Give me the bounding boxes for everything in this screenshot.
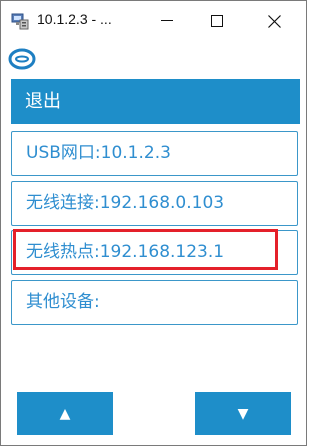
close-button[interactable] <box>251 1 297 41</box>
minimize-button[interactable] <box>144 1 190 41</box>
scroll-down-button[interactable]: ▼ <box>195 392 291 435</box>
network-computer-icon[interactable] <box>11 12 29 30</box>
title-bar[interactable]: 10.1.2.3 - ... <box>1 1 306 41</box>
down-arrow-icon: ▼ <box>237 405 249 422</box>
usb-port-item[interactable]: USB网口:10.1.2.3 <box>11 131 298 176</box>
ring-logo-icon <box>8 48 36 70</box>
other-devices-item[interactable]: 其他设备: <box>11 280 298 325</box>
maximize-button[interactable] <box>194 1 240 41</box>
wireless-hotspot-item[interactable]: 无线热点:192.168.123.1 <box>11 230 298 275</box>
wireless-connection-item[interactable]: 无线连接:192.168.0.103 <box>11 181 298 226</box>
exit-button[interactable]: 退出 <box>11 79 300 124</box>
app-window: 10.1.2.3 - ... 退出 USB网口:10.1.2.3 无线连接:19… <box>0 0 307 446</box>
scroll-up-button[interactable]: ▲ <box>17 392 113 435</box>
up-arrow-icon: ▲ <box>59 405 71 422</box>
window-title: 10.1.2.3 - ... <box>37 11 112 27</box>
